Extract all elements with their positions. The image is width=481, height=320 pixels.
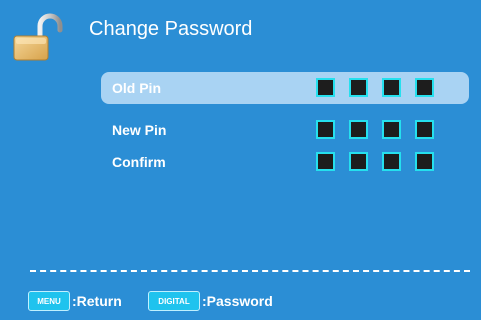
change-password-screen: Change Password Old Pin New Pin Confirm [0,0,481,320]
pin-digit-box [316,152,335,171]
pin-row-confirm[interactable]: Confirm [101,146,469,178]
menu-key-button[interactable]: MENU [28,291,70,311]
page-title: Change Password [89,18,253,40]
pin-row-old[interactable]: Old Pin [101,72,469,104]
pin-digit-box [349,120,368,139]
pin-digit-box [382,78,401,97]
pin-digit-box [349,78,368,97]
pin-digit-box [415,152,434,171]
menu-action-label: :Return [72,293,122,309]
pin-digit-box [349,152,368,171]
old-pin-label: Old Pin [112,80,161,96]
pin-digit-box [415,78,434,97]
pin-digit-box [316,78,335,97]
digital-action-label: :Password [202,293,273,309]
unlocked-padlock-icon [13,13,63,61]
pin-digit-box [316,120,335,139]
pin-digit-box [382,120,401,139]
pin-digit-box [415,120,434,139]
pin-row-new[interactable]: New Pin [101,114,469,146]
new-pin-label: New Pin [112,122,167,138]
confirm-pin-label: Confirm [112,154,166,170]
dashed-divider [30,270,470,272]
pin-digit-box [382,152,401,171]
digital-key-button[interactable]: DIGITAL [148,291,200,311]
header: Change Password [0,0,481,62]
